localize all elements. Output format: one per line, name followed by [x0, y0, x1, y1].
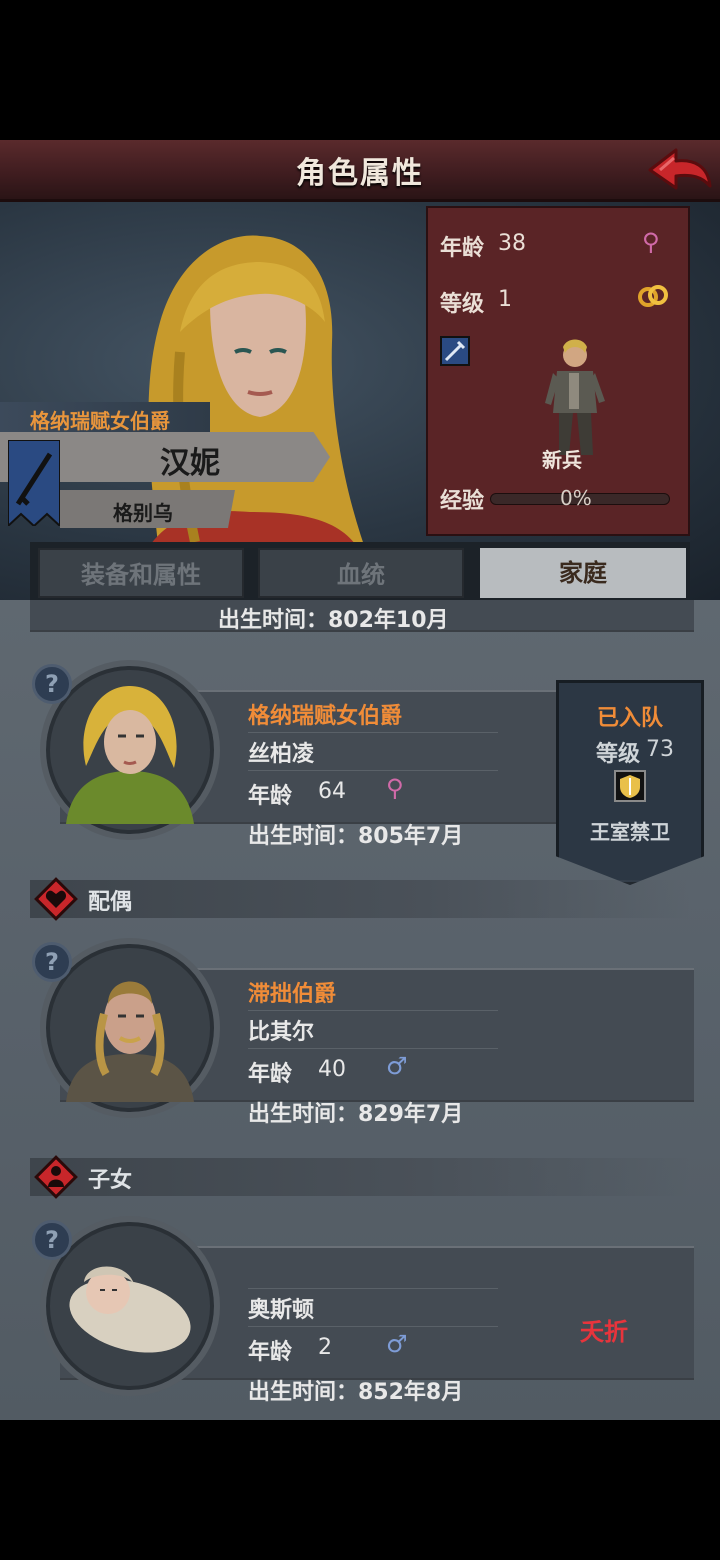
parent-title: 格纳瑞赋女伯爵 — [248, 704, 403, 729]
female-icon: ⚲ — [386, 774, 404, 802]
spouse-age-label: 年龄 — [248, 1062, 293, 1087]
header-bar: 角色属性 — [0, 140, 720, 202]
child-age-label: 年龄 — [248, 1340, 293, 1365]
character-name: 汉妮 — [160, 446, 220, 481]
child-age: 2 — [318, 1335, 332, 1360]
level-value: 1 — [498, 287, 512, 312]
party-level: 73 — [646, 737, 674, 762]
child-birth: 出生时间：852年8月 — [248, 1380, 464, 1405]
age-value: 38 — [498, 231, 526, 256]
unit-name: 新兵 — [542, 448, 582, 472]
house-plate: 格别乌 — [60, 490, 235, 528]
child-card[interactable]: ? 奥斯顿 年龄 2 ♂ 出生时间：852年8月 夭折 — [30, 1216, 694, 1405]
spouse-section-header: 配偶 — [30, 877, 690, 921]
heart-icon — [34, 877, 78, 921]
divider — [248, 1010, 498, 1011]
children-section-header: 子女 — [30, 1155, 690, 1199]
page-title: 角色属性 — [296, 156, 424, 191]
marriage-rings-icon[interactable] — [636, 282, 670, 310]
back-arrow-icon — [648, 148, 712, 190]
parent-age: 64 — [318, 779, 346, 804]
stats-panel: 年龄 38 ⚲ 等级 1 新兵 经验 0% — [426, 206, 690, 536]
nav-bar-area — [0, 1420, 720, 1560]
spouse-card[interactable]: ? 滞拙伯爵 比其尔 年龄 40 ♂ 出生时间：829年7月 — [30, 938, 694, 1127]
info-badge-icon[interactable]: ? — [32, 664, 72, 704]
family-list[interactable]: 出生时间：802年10月 ? 格纳瑞赋女伯爵 丝柏凌 年龄 64 ⚲ 出生时间：… — [0, 600, 720, 1420]
parent-age-label: 年龄 — [248, 784, 293, 809]
level-label: 等级 — [440, 292, 485, 317]
party-status: 已入队 — [596, 706, 663, 731]
character-title: 格纳瑞赋女伯爵 — [30, 409, 170, 433]
tab-equipment[interactable]: 装备和属性 — [38, 548, 244, 598]
child-status: 夭折 — [580, 1318, 628, 1346]
spouse-age: 40 — [318, 1057, 346, 1082]
age-label: 年龄 — [440, 236, 485, 261]
child-icon — [34, 1155, 78, 1199]
female-icon: ⚲ — [642, 228, 660, 256]
partial-birth: 出生时间：802年10月 — [218, 608, 449, 633]
party-level-label: 等级 — [596, 742, 641, 767]
house-banner-icon[interactable] — [8, 440, 60, 526]
child-name: 奥斯顿 — [248, 1298, 315, 1323]
divider — [248, 770, 498, 771]
spouse-title: 滞拙伯爵 — [248, 982, 337, 1007]
parent-face — [66, 686, 194, 824]
spouse-face — [66, 981, 194, 1102]
house-name: 格别乌 — [113, 501, 173, 525]
spouse-section-label: 配偶 — [88, 890, 133, 915]
info-badge-icon[interactable]: ? — [32, 942, 72, 982]
exp-value: 0% — [560, 486, 592, 510]
spouse-name: 比其尔 — [248, 1020, 315, 1045]
parent-name: 丝柏凌 — [248, 742, 315, 767]
spouse-birth: 出生时间：829年7月 — [248, 1102, 464, 1127]
tab-lineage[interactable]: 血统 — [258, 548, 464, 598]
guard-shield-icon — [614, 770, 646, 802]
divider — [248, 1048, 498, 1049]
tab-family[interactable]: 家庭 — [480, 548, 686, 598]
male-icon: ♂ — [386, 1052, 408, 1080]
info-badge-icon[interactable]: ? — [32, 1220, 72, 1260]
parent-birth: 出生时间：805年7月 — [248, 824, 464, 849]
divider — [248, 1326, 498, 1327]
male-icon: ♂ — [386, 1330, 408, 1358]
exp-label: 经验 — [440, 489, 485, 514]
tab-bar: 装备和属性 血统 家庭 — [30, 542, 690, 600]
party-status-flag[interactable]: 已入队 等级 73 王室禁卫 — [556, 680, 704, 885]
divider — [248, 1288, 498, 1289]
weapon-skill-icon[interactable] — [440, 336, 470, 366]
divider — [248, 732, 498, 733]
back-button[interactable] — [646, 144, 714, 196]
children-section-label: 子女 — [88, 1168, 133, 1193]
status-bar-area — [0, 0, 720, 140]
party-unit: 王室禁卫 — [590, 820, 670, 844]
baby-image — [69, 1266, 191, 1353]
